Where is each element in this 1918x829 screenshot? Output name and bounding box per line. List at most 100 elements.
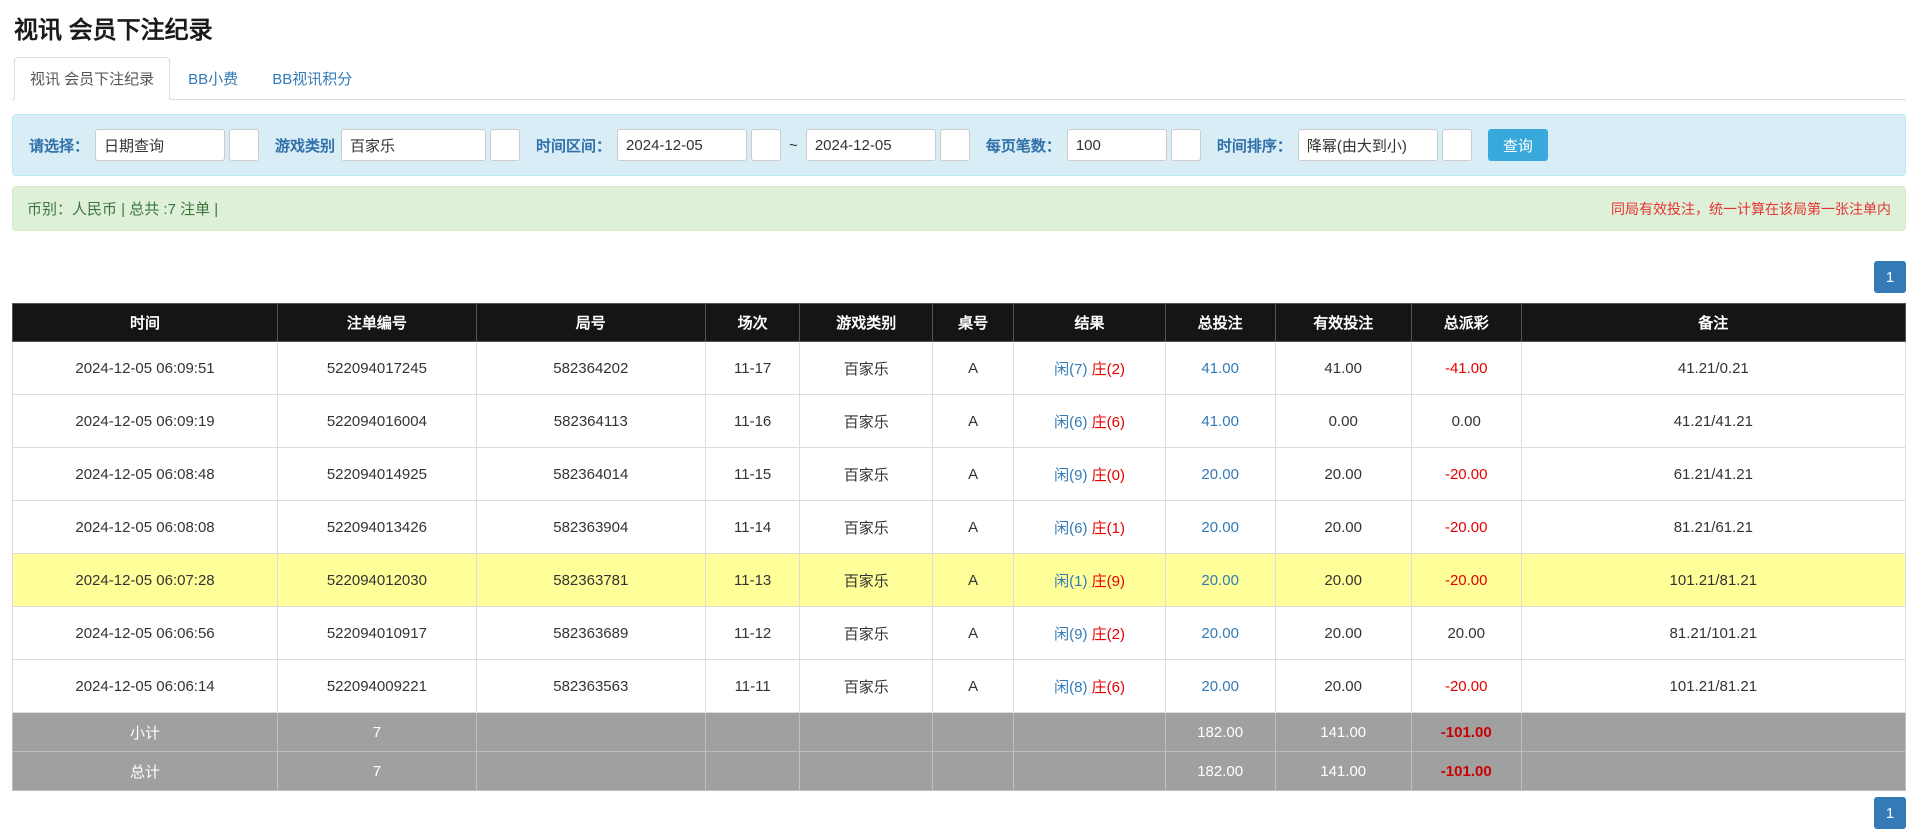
cell-result: 闲(8) 庄(6) <box>1014 660 1165 713</box>
cell-time: 2024-12-05 06:09:19 <box>13 395 278 448</box>
currency-summary-text: 币别：人民币 | 总共 :7 注单 | <box>27 198 218 219</box>
pagination-top: 1 <box>12 261 1906 293</box>
cell-result: 闲(6) 庄(1) <box>1014 501 1165 554</box>
empty-cell <box>1014 752 1165 791</box>
page-title: 视讯 会员下注纪录 <box>12 8 1906 57</box>
cell-round-id: 582363563 <box>476 660 705 713</box>
date-to-input[interactable] <box>806 129 936 161</box>
date-from-picker[interactable] <box>751 129 781 161</box>
table-row[interactable]: 2024-12-05 06:09:19522094016004582364113… <box>13 395 1906 448</box>
cell-total-bet[interactable]: 41.00 <box>1165 395 1275 448</box>
cell-session: 11-11 <box>705 660 800 713</box>
cell-bet-id: 522094010917 <box>278 607 477 660</box>
cell-table-no: A <box>932 395 1013 448</box>
cell-game-type: 百家乐 <box>800 448 933 501</box>
page-size-dropdown[interactable] <box>1171 129 1201 161</box>
date-to-picker[interactable] <box>940 129 970 161</box>
page: 视讯 会员下注纪录 视讯 会员下注纪录 BB小费 BB视讯积分 请选择： 游戏类… <box>0 0 1918 829</box>
empty-cell <box>932 713 1013 752</box>
cell-note: 81.21/101.21 <box>1521 607 1905 660</box>
cell-valid-bet: 20.00 <box>1275 607 1411 660</box>
col-header-session: 场次 <box>705 304 800 342</box>
cell-total-bet[interactable]: 41.00 <box>1165 342 1275 395</box>
cell-table-no: A <box>932 448 1013 501</box>
result-banker: 庄(2) <box>1092 626 1125 643</box>
empty-cell <box>1521 752 1905 791</box>
result-player: 闲(9) <box>1054 626 1087 643</box>
total-total-bet: 182.00 <box>1165 752 1275 791</box>
notice-text: 同局有效投注，统一计算在该局第一张注单内 <box>1611 199 1891 219</box>
filter-panel: 请选择： 游戏类别 时间区间： ~ 每页笔数： 时间排序： 查询 <box>12 114 1906 176</box>
result-banker: 庄(1) <box>1092 520 1125 537</box>
empty-cell <box>932 752 1013 791</box>
cell-result: 闲(9) 庄(0) <box>1014 448 1165 501</box>
page-1-button[interactable]: 1 <box>1874 261 1906 293</box>
cell-total-bet[interactable]: 20.00 <box>1165 448 1275 501</box>
cell-bet-id: 522094012030 <box>278 554 477 607</box>
cell-payout: 0.00 <box>1411 395 1521 448</box>
select-type-input[interactable] <box>95 129 225 161</box>
sort-input[interactable] <box>1298 129 1438 161</box>
total-count: 7 <box>278 752 477 791</box>
col-header-note: 备注 <box>1521 304 1905 342</box>
game-type-input[interactable] <box>341 129 486 161</box>
result-player: 闲(7) <box>1054 361 1087 378</box>
subtotal-payout: -101.00 <box>1411 713 1521 752</box>
cell-game-type: 百家乐 <box>800 660 933 713</box>
cell-note: 61.21/41.21 <box>1521 448 1905 501</box>
result-player: 闲(8) <box>1054 679 1087 696</box>
cell-round-id: 582364014 <box>476 448 705 501</box>
cell-game-type: 百家乐 <box>800 554 933 607</box>
result-player: 闲(9) <box>1054 467 1087 484</box>
tab-betting-records[interactable]: 视讯 会员下注纪录 <box>14 57 170 100</box>
tab-bb-tips[interactable]: BB小费 <box>172 57 254 100</box>
table-row[interactable]: 2024-12-05 06:09:51522094017245582364202… <box>13 342 1906 395</box>
cell-bet-id: 522094013426 <box>278 501 477 554</box>
cell-time: 2024-12-05 06:08:48 <box>13 448 278 501</box>
total-valid-bet: 141.00 <box>1275 752 1411 791</box>
query-button[interactable]: 查询 <box>1488 129 1548 161</box>
table-row[interactable]: 2024-12-05 06:08:48522094014925582364014… <box>13 448 1906 501</box>
game-type-dropdown[interactable] <box>490 129 520 161</box>
cell-total-bet[interactable]: 20.00 <box>1165 660 1275 713</box>
total-row: 总计 7 182.00 141.00 -101.00 <box>13 752 1906 791</box>
empty-cell <box>476 713 705 752</box>
cell-payout: -20.00 <box>1411 448 1521 501</box>
cell-time: 2024-12-05 06:09:51 <box>13 342 278 395</box>
page-size-input[interactable] <box>1067 129 1167 161</box>
cell-payout: -20.00 <box>1411 554 1521 607</box>
cell-table-no: A <box>932 660 1013 713</box>
cell-total-bet[interactable]: 20.00 <box>1165 501 1275 554</box>
table-header-row: 时间 注单编号 局号 场次 游戏类别 桌号 结果 总投注 有效投注 总派彩 备注 <box>13 304 1906 342</box>
select-type-dropdown[interactable] <box>229 129 259 161</box>
cell-time: 2024-12-05 06:07:28 <box>13 554 278 607</box>
subtotal-valid-bet: 141.00 <box>1275 713 1411 752</box>
cell-table-no: A <box>932 342 1013 395</box>
cell-total-bet[interactable]: 20.00 <box>1165 554 1275 607</box>
cell-round-id: 582363781 <box>476 554 705 607</box>
date-range-label: 时间区间： <box>536 135 611 156</box>
cell-session: 11-12 <box>705 607 800 660</box>
table-row[interactable]: 2024-12-05 06:06:56522094010917582363689… <box>13 607 1906 660</box>
date-from-input[interactable] <box>617 129 747 161</box>
table-row[interactable]: 2024-12-05 06:07:28522094012030582363781… <box>13 554 1906 607</box>
cell-game-type: 百家乐 <box>800 395 933 448</box>
col-header-total-bet: 总投注 <box>1165 304 1275 342</box>
cell-note: 41.21/0.21 <box>1521 342 1905 395</box>
cell-bet-id: 522094014925 <box>278 448 477 501</box>
cell-game-type: 百家乐 <box>800 607 933 660</box>
pagination-bottom: 1 <box>12 797 1906 829</box>
result-banker: 庄(9) <box>1092 573 1125 590</box>
tab-bb-video-points[interactable]: BB视讯积分 <box>256 57 368 100</box>
cell-total-bet[interactable]: 20.00 <box>1165 607 1275 660</box>
subtotal-count: 7 <box>278 713 477 752</box>
cell-round-id: 582363689 <box>476 607 705 660</box>
table-row[interactable]: 2024-12-05 06:06:14522094009221582363563… <box>13 660 1906 713</box>
table-row[interactable]: 2024-12-05 06:08:08522094013426582363904… <box>13 501 1906 554</box>
sort-dropdown[interactable] <box>1442 129 1472 161</box>
result-banker: 庄(6) <box>1092 679 1125 696</box>
cell-note: 81.21/61.21 <box>1521 501 1905 554</box>
page-1-button-bottom[interactable]: 1 <box>1874 797 1906 829</box>
cell-time: 2024-12-05 06:06:14 <box>13 660 278 713</box>
cell-bet-id: 522094017245 <box>278 342 477 395</box>
